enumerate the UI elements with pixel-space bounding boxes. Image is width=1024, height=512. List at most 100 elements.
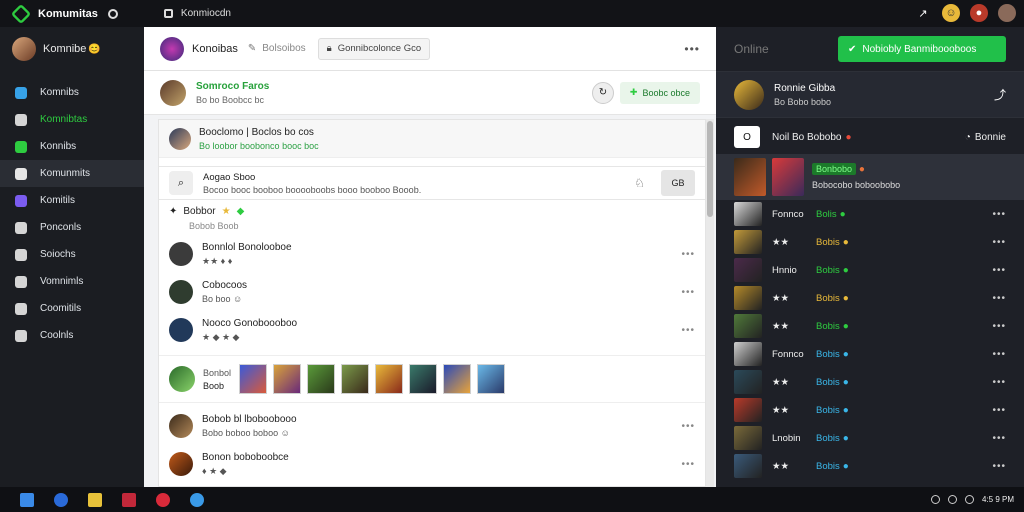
notification-icon[interactable]: ●	[970, 4, 988, 22]
sidebar-item-1[interactable]: Komnibs	[0, 79, 144, 106]
edit-icon[interactable]: ✎	[248, 43, 256, 54]
friend-item[interactable]: Lnobin Bobis ● •••	[716, 424, 1024, 452]
sidebar-item-4[interactable]: Komunmits	[0, 160, 144, 187]
gallery-thumb[interactable]	[273, 364, 301, 394]
comment-item[interactable]: Bobob bl lboboobooo Bobo boboo boboo ☺ •…	[159, 407, 705, 445]
gallery-thumb[interactable]	[307, 364, 335, 394]
friend-item[interactable]: ★★ Bobis ● •••	[716, 284, 1024, 312]
clock-icon: ◔	[964, 131, 971, 143]
gallery-thumb[interactable]	[409, 364, 437, 394]
emoji-icon[interactable]: ☺	[942, 4, 960, 22]
comment-avatar[interactable]	[169, 414, 193, 438]
right-profile[interactable]: Ronnie Gibba Bo Bobo bobo ⤴	[716, 71, 1024, 118]
theme-toggle-icon[interactable]	[107, 8, 118, 19]
friend-avatar	[734, 314, 762, 338]
scroll-thumb[interactable]	[707, 121, 713, 217]
reaction-icon[interactable]: ♘	[634, 176, 645, 190]
count-badge-icon[interactable]: O	[734, 126, 760, 148]
sidebar-item-8[interactable]: Vomnimls	[0, 268, 144, 295]
comment-author: Bonon boboboobce	[202, 451, 289, 463]
comment-item[interactable]: Nooco Gonoboooboo ★ ◆ ★ ◆ •••	[159, 311, 705, 349]
scrollbar[interactable]	[706, 119, 714, 487]
refresh-button[interactable]: ↻	[591, 81, 614, 104]
featured-item[interactable]: Bonbobo ● Bobocobo boboobobo	[716, 154, 1024, 200]
gallery-thumb[interactable]	[239, 364, 267, 394]
volume-icon[interactable]	[947, 495, 957, 504]
gallery-thumb[interactable]	[477, 364, 505, 394]
gif-button[interactable]: GB	[661, 170, 695, 196]
sidebar-item-5[interactable]: Komitils	[0, 187, 144, 214]
more-options-icon[interactable]: •••	[684, 42, 700, 56]
follow-button[interactable]: ✚ Boobc obce	[619, 81, 700, 104]
group-avatar[interactable]	[160, 36, 184, 61]
list-header-right[interactable]: ◔ Bonnie	[965, 132, 1006, 143]
opera-icon[interactable]	[156, 492, 170, 507]
search-result-row[interactable]: ⌕ Aogao Sboo Bocoo booc booboo booooboob…	[159, 166, 705, 200]
friend-item[interactable]: ★★ Bobis ● •••	[716, 228, 1024, 256]
window-title: Konmiocdn	[180, 8, 231, 19]
friend-status: Bobis	[816, 432, 840, 444]
gallery-avatar[interactable]	[169, 366, 195, 392]
sidebar-item-2[interactable]: Komnibtas	[0, 106, 144, 133]
sidebar-item-10[interactable]: Coolnls	[0, 322, 144, 349]
sidebar-item-9[interactable]: Coomitils	[0, 295, 144, 322]
sidebar-item-6[interactable]: Ponconls	[0, 214, 144, 241]
friend-item[interactable]: ★★ Bobis ● •••	[716, 396, 1024, 424]
friend-options-icon[interactable]: •••	[992, 321, 1006, 332]
friend-item[interactable]: Fonnco Bobis ● •••	[716, 340, 1024, 368]
gallery-thumb[interactable]	[443, 364, 471, 394]
network-icon[interactable]	[930, 495, 940, 504]
comment-options-icon[interactable]: •••	[681, 325, 695, 336]
group-search[interactable]: 🔒︎ Gonnibcolonce Gco	[317, 37, 431, 60]
gallery-thumb[interactable]	[341, 364, 369, 394]
friend-options-icon[interactable]: •••	[992, 209, 1006, 220]
friend-options-icon[interactable]: •••	[992, 265, 1006, 276]
comment-avatar[interactable]	[169, 452, 193, 476]
thread-avatar[interactable]	[169, 127, 191, 150]
friend-options-icon[interactable]: •••	[992, 293, 1006, 304]
sidebar-profile[interactable]: Komnibe 😊	[0, 27, 144, 71]
friend-options-icon[interactable]: •••	[992, 237, 1006, 248]
section-title: Bobbor	[183, 206, 216, 217]
comment-avatar[interactable]	[169, 242, 193, 266]
sidebar-item-3[interactable]: Konnibs	[0, 133, 144, 160]
friend-avatar	[734, 202, 762, 226]
friends-list: Fonnco Bolis ● ••• ★★ Bobis ● ••• Hnnio Bobis ● •••…	[716, 200, 1024, 480]
top-right-icons: ↗ ☺ ●	[914, 4, 1016, 22]
comment-avatar[interactable]	[169, 318, 193, 342]
friend-options-icon[interactable]: •••	[992, 405, 1006, 416]
share-icon[interactable]: ⤴	[994, 86, 1006, 103]
folder-icon[interactable]	[88, 492, 102, 507]
comment-item[interactable]: Bonnlol Bonolooboe ★★ ♦ ♦ •••	[159, 235, 705, 273]
friend-options-icon[interactable]: •••	[992, 461, 1006, 472]
comment-options-icon[interactable]: •••	[681, 421, 695, 432]
comment-item[interactable]: Bonon boboboobce ♦ ★ ◆ •••	[159, 445, 705, 483]
friend-options-icon[interactable]: •••	[992, 433, 1006, 444]
comment-item[interactable]: Cobocoos Bo boo ☺ •••	[159, 273, 705, 311]
sidebar-item-7[interactable]: Soiochs	[0, 241, 144, 268]
browser-icon[interactable]	[54, 492, 68, 507]
clock-text[interactable]: 4:5 9 PM	[982, 495, 1014, 504]
post-author-name[interactable]: Somroco Faros	[196, 81, 269, 92]
comment-options-icon[interactable]: •••	[681, 249, 695, 260]
battery-icon[interactable]	[964, 495, 974, 504]
gallery-thumb[interactable]	[375, 364, 403, 394]
home-icon	[15, 86, 27, 99]
windows-icon[interactable]	[20, 492, 34, 507]
comment-avatar[interactable]	[169, 280, 193, 304]
friend-item[interactable]: ★★ Bobis ● •••	[716, 312, 1024, 340]
comment-options-icon[interactable]: •••	[681, 287, 695, 298]
friend-item[interactable]: ★★ Bobis ● •••	[716, 452, 1024, 480]
comment-options-icon[interactable]: •••	[681, 459, 695, 470]
invite-button[interactable]: ✔ Nobiobly Banmiboooboos	[838, 36, 1006, 62]
friend-item[interactable]: ★★ Bobis ● •••	[716, 368, 1024, 396]
post-author-avatar[interactable]	[160, 79, 186, 106]
friend-options-icon[interactable]: •••	[992, 349, 1006, 360]
friend-item[interactable]: Fonnco Bolis ● •••	[716, 200, 1024, 228]
globe-icon[interactable]	[190, 492, 204, 507]
friend-item[interactable]: Hnnio Bobis ● •••	[716, 256, 1024, 284]
media-icon[interactable]	[122, 492, 136, 507]
friend-options-icon[interactable]: •••	[992, 377, 1006, 388]
user-avatar[interactable]	[998, 4, 1016, 22]
share-icon[interactable]: ↗	[914, 4, 932, 22]
